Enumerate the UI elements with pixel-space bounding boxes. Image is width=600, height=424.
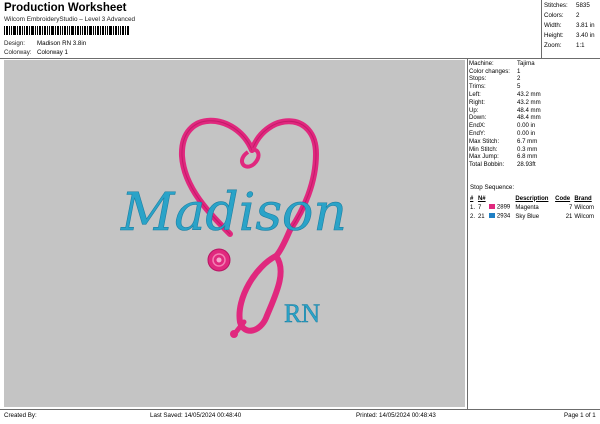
machine-info-value: 1 <box>517 67 521 75</box>
machine-info-value: 0.00 in <box>517 122 536 130</box>
stop-sequence-row: 1. 7 2899 Magenta 7 Wilcom <box>469 203 598 212</box>
stop-sequence-row: 2. 21 2934 Sky Blue 21 Wilcom <box>469 212 598 221</box>
machine-info-row: Left: 43.2 mm <box>469 91 598 99</box>
color-swatch <box>488 213 495 219</box>
row-number: 1. <box>470 204 476 211</box>
machine-info-label: EndX: <box>469 122 486 130</box>
colorway-value: Colorway 1 <box>37 49 68 56</box>
chestpiece-end <box>230 330 238 338</box>
row-number: 2. <box>470 213 476 220</box>
row-code: 7 <box>569 204 573 211</box>
machine-info-value: 48.4 mm <box>517 114 541 122</box>
machine-info-label: Color changes: <box>469 67 510 75</box>
design-label: Design: <box>4 40 25 47</box>
row-brand: Wilcom <box>574 213 595 220</box>
stop-sequence-table: # N# Description Code Brand 1. 7 2899 Magen… <box>469 194 598 221</box>
machine-info-value: Tajima <box>517 59 535 67</box>
machine-info-value: 2 <box>517 75 521 83</box>
footer-divider <box>0 409 600 410</box>
machine-info-row: EndY: 0.00 in <box>469 130 598 138</box>
machine-info-label: Up: <box>469 106 479 114</box>
summary-box: Stitches: 5835 Colors: 2 Width: 3.81 in Hei… <box>544 2 598 53</box>
machine-info-row: Max Stitch: 6.7 mm <box>469 138 598 146</box>
col-description: Description <box>515 195 549 202</box>
color-swatch <box>488 204 495 210</box>
machine-info-row: Total Bobbin: 28.93ft <box>469 161 598 169</box>
machine-info-value: 0.00 in <box>517 130 536 138</box>
col-swatch <box>488 194 514 203</box>
footer-printed: Printed: 14/05/2024 00:48:43 <box>356 412 436 419</box>
col-needle: N# <box>477 195 486 202</box>
footer-page: Page 1 of 1 <box>564 412 596 419</box>
thread-number: 2899 <box>496 204 511 211</box>
machine-info-row: Up: 48.4 mm <box>469 107 598 115</box>
machine-info-label: Max Stitch: <box>469 137 500 145</box>
footer-created-by: Created By: <box>4 412 37 419</box>
machine-info-row: Max Jump: 6.8 mm <box>469 154 598 162</box>
row-code: 21 <box>565 213 573 220</box>
row-thread: 2934 <box>488 212 514 221</box>
thread-number: 2934 <box>496 213 511 220</box>
machine-info-label: Down: <box>469 114 487 122</box>
summary-divider <box>541 0 542 58</box>
machine-info-label: Min Stitch: <box>469 145 498 153</box>
machine-info-row: Color changes: 1 <box>469 68 598 76</box>
machine-info-row: Right: 43.2 mm <box>469 99 598 107</box>
col-number: # <box>470 195 474 202</box>
machine-info-label: Total Bobbin: <box>469 161 505 169</box>
machine-info-label: Left: <box>469 91 481 99</box>
machine-info-label: Trims: <box>469 83 486 91</box>
row-needle: 21 <box>477 213 485 220</box>
machine-info-value: 43.2 mm <box>517 91 541 99</box>
header-divider <box>0 58 600 59</box>
machine-info-row: EndX: 0.00 in <box>469 122 598 130</box>
software-subtitle: Wilcom EmbroideryStudio – Level 3 Advanc… <box>4 16 136 23</box>
design-name-text: Madison <box>120 183 347 243</box>
machine-info-row: Machine: Tajima <box>469 60 598 68</box>
design-preview: Madison RN <box>4 60 465 407</box>
row-needle: 7 <box>477 204 482 211</box>
stop-sequence-header: # N# Description Code Brand <box>469 194 598 203</box>
machine-info-label: Max Jump: <box>469 153 499 161</box>
row-brand: Wilcom <box>574 204 595 211</box>
machine-info-value: 43.2 mm <box>517 98 541 106</box>
machine-info-row: Stops: 2 <box>469 76 598 84</box>
machine-info-label: Right: <box>469 98 485 106</box>
machine-info-value: 5 <box>517 83 521 91</box>
machine-info-value: 0.3 mm <box>517 145 538 153</box>
row-thread: 2899 <box>488 203 514 212</box>
machine-info-row: Min Stitch: 0.3 mm <box>469 146 598 154</box>
machine-info-value: 6.7 mm <box>517 137 538 145</box>
machine-info-value: 28.93ft <box>517 161 536 169</box>
machine-info-panel: Machine: Tajima Color changes: 1 Stops: 2 Trim… <box>469 60 598 169</box>
design-value: Madison RN 3.8in <box>37 40 87 47</box>
barcode <box>4 26 129 35</box>
machine-info-value: 48.4 mm <box>517 106 541 114</box>
chestpiece-loop <box>236 253 284 334</box>
stop-sequence-title: Stop Sequence: <box>470 184 515 191</box>
embroidery-design: Madison RN <box>120 117 347 338</box>
design-rn-text: RN <box>284 299 320 328</box>
machine-info-label: EndY: <box>469 130 486 138</box>
colorway-label: Colorway: <box>4 49 32 56</box>
col-brand: Brand <box>574 195 592 202</box>
col-code: Code <box>555 195 571 202</box>
summary-zoom: Zoom: 1:1 <box>544 42 585 49</box>
footer-last-saved: Last Saved: 14/05/2024 00:48:40 <box>150 412 242 419</box>
page-title: Production Worksheet <box>4 2 127 14</box>
machine-info-row: Down: 48.4 mm <box>469 115 598 123</box>
row-description: Magenta <box>515 204 539 211</box>
machine-info-label: Stops: <box>469 75 487 83</box>
machine-info-value: 6.8 mm <box>517 153 538 161</box>
row-description: Sky Blue <box>515 213 540 220</box>
machine-info-row: Trims: 5 <box>469 83 598 91</box>
machine-info-label: Machine: <box>469 59 494 67</box>
panel-divider <box>467 58 468 409</box>
